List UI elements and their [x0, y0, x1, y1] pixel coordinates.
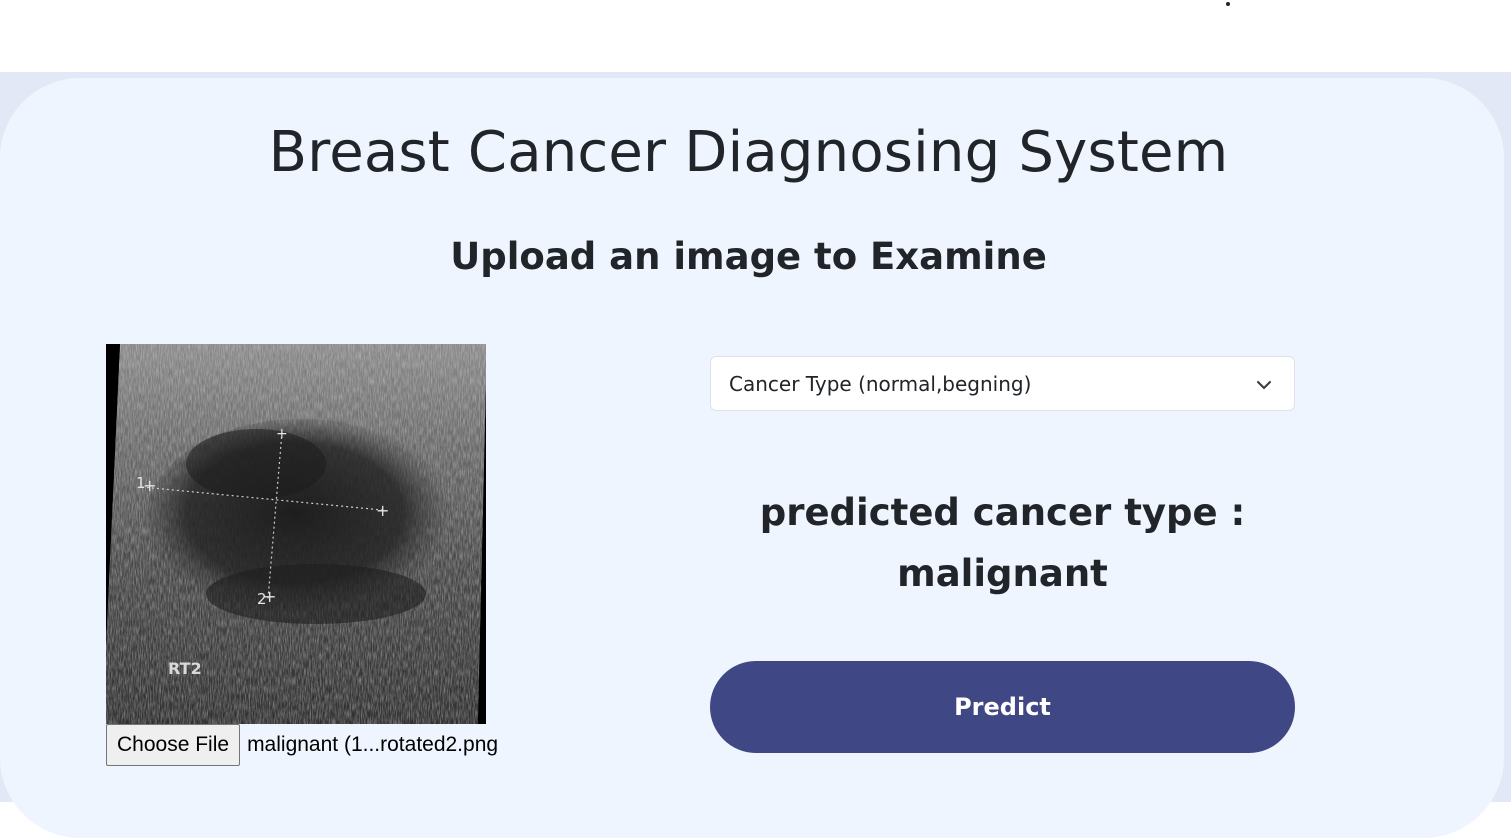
page-subtitle: Upload an image to Examine	[450, 235, 1047, 278]
top-dot	[1226, 2, 1230, 6]
cancer-type-select-value: Cancer Type (normal,begning)	[729, 371, 1032, 396]
uploaded-image-preview: 1 + + + 2 + RT2	[106, 344, 486, 724]
chevron-down-icon	[1257, 381, 1271, 389]
top-bar	[0, 0, 1511, 72]
svg-text:+: +	[143, 476, 156, 495]
predict-button[interactable]: Predict	[710, 661, 1295, 753]
ultrasound-image: 1 + + + 2 + RT2	[106, 344, 486, 724]
ultrasound-label: RT2	[168, 659, 202, 678]
svg-text:+: +	[376, 501, 389, 520]
selected-file-name: malignant (1...rotated2.png	[247, 733, 499, 756]
prediction-label: predicted cancer type :	[759, 491, 1246, 534]
svg-text:+: +	[276, 426, 288, 442]
prediction-result: predicted cancer type : malignant	[710, 482, 1295, 604]
svg-text:+: +	[263, 587, 276, 606]
file-upload[interactable]: Choose File malignant (1...rotated2.png	[106, 724, 498, 766]
page-title: Breast Cancer Diagnosing System	[268, 120, 1229, 185]
prediction-value: malignant	[897, 552, 1108, 595]
cancer-type-select[interactable]: Cancer Type (normal,begning)	[710, 356, 1295, 411]
choose-file-button[interactable]: Choose File	[106, 724, 241, 766]
